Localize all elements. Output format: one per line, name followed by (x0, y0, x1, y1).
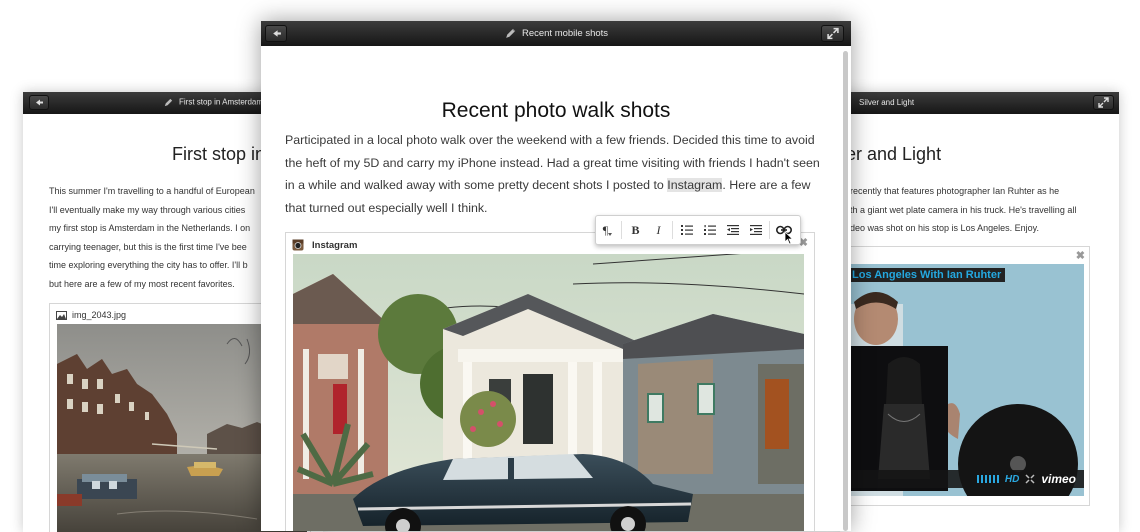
right-editor-window: Silver and Light er and Light recently t… (840, 92, 1119, 532)
video-controls-bar: HD vimeo (848, 470, 1084, 488)
post-body[interactable]: Participated in a local photo walk over … (285, 129, 821, 219)
fullscreen-icon[interactable] (1025, 474, 1035, 484)
right-body-line: deo was shot on his stop is Los Angeles.… (850, 223, 1039, 233)
expand-icon (1098, 97, 1109, 108)
volume-bars-icon[interactable] (976, 474, 999, 484)
pencil-icon (506, 28, 516, 38)
bulleted-list-icon (680, 225, 693, 235)
instagram-embed[interactable]: Instagram ✖ (285, 232, 815, 531)
video-frame-image (848, 264, 1084, 496)
expand-icon (826, 27, 839, 40)
left-window-title-text: First stop in Amsterdam (178, 97, 264, 107)
vimeo-logo[interactable]: vimeo (1041, 472, 1076, 486)
selected-text[interactable]: Instagram (667, 178, 723, 192)
toolbar-divider (621, 221, 622, 239)
post-paragraph[interactable]: Participated in a local photo walk over … (285, 129, 821, 219)
bulleted-list-button[interactable] (675, 217, 698, 243)
right-body-line: recently that features photographer Ian … (850, 186, 1060, 196)
toolbar-divider (672, 221, 673, 239)
pencil-icon (164, 98, 173, 107)
italic-button[interactable]: I (647, 217, 670, 243)
vertical-scrollbar[interactable] (843, 51, 848, 531)
post-heading[interactable]: Recent photo walk shots (261, 99, 851, 123)
numbered-list-icon (703, 225, 716, 235)
instagram-embed-source: Instagram (312, 239, 358, 251)
indent-button[interactable] (744, 217, 767, 243)
hd-toggle[interactable]: HD (1005, 474, 1019, 485)
bold-icon: B (631, 222, 640, 237)
left-post-heading[interactable]: First stop in (172, 144, 265, 165)
formatting-toolbar: ¶ B I (595, 215, 801, 245)
main-editor-window: Recent mobile shots Recent photo walk sh… (261, 21, 851, 531)
toolbar-divider (769, 221, 770, 239)
caret-down-icon (608, 233, 613, 236)
main-window-title-text: Recent mobile shots (521, 28, 609, 40)
right-video-embed[interactable]: ✖ Los Angeles With Ian Ruhter HD vimeo (848, 246, 1090, 506)
right-window-titlebar: Silver and Light (840, 92, 1119, 114)
instagram-photo (293, 254, 804, 531)
bold-button[interactable]: B (624, 217, 647, 243)
image-file-icon (56, 310, 67, 320)
right-window-title-text: Silver and Light (859, 98, 915, 107)
main-window-titlebar: Recent mobile shots (261, 21, 851, 46)
paragraph-format-button[interactable]: ¶ (596, 217, 619, 243)
right-fullscreen-button[interactable] (1093, 95, 1114, 110)
vimeo-video-player[interactable]: Los Angeles With Ian Ruhter HD vimeo (848, 264, 1084, 496)
right-body-line: th a giant wet plate camera in his truck… (850, 204, 1077, 215)
numbered-list-button[interactable] (698, 217, 721, 243)
mouse-cursor-icon (784, 231, 794, 245)
video-title-caption: Los Angeles With Ian Ruhter (848, 268, 1006, 282)
right-window-title: Silver and Light (859, 98, 1119, 107)
outdent-button[interactable] (721, 217, 744, 243)
indent-icon (749, 225, 762, 235)
instagram-icon (292, 239, 304, 251)
close-icon[interactable]: ✖ (1076, 249, 1085, 262)
outdent-icon (726, 225, 739, 235)
main-window-title: Recent mobile shots (261, 27, 851, 40)
fullscreen-button[interactable] (821, 25, 844, 42)
right-post-body[interactable]: recently that features photographer Ian … (850, 182, 1115, 238)
insert-link-button[interactable] (772, 217, 795, 245)
italic-icon: I (656, 222, 661, 237)
right-post-heading[interactable]: er and Light (846, 144, 941, 165)
left-attachment-filename: img_2043.jpg (72, 310, 127, 320)
